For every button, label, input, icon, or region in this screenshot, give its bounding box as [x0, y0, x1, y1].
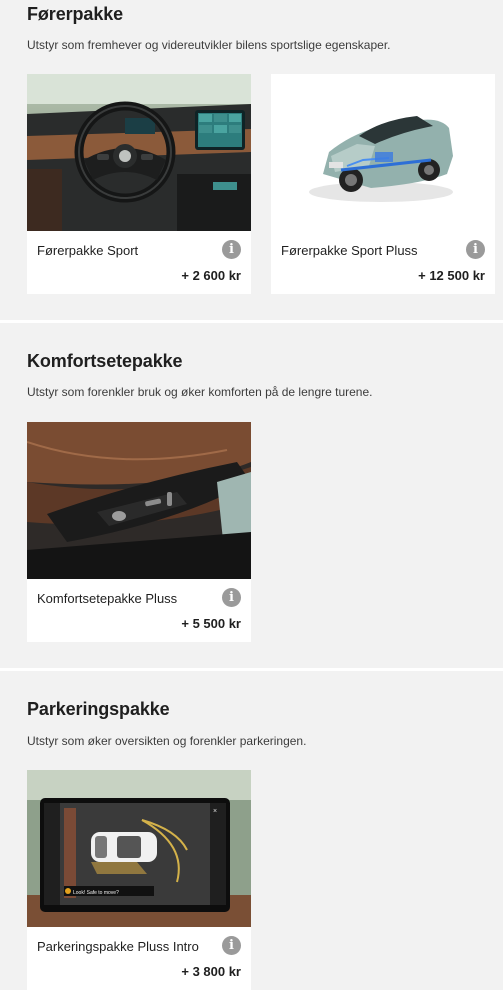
section-description: Utstyr som forenkler bruk og øker komfor…	[27, 385, 373, 399]
screen-alert-text: Look! Safe to move?	[73, 890, 119, 896]
svg-text:×: ×	[213, 808, 217, 815]
package-section-forerpakke: Førerpakke Utstyr som fremhever og vider…	[0, 0, 503, 320]
seat-controls-image	[27, 422, 251, 579]
package-price: + 12 500 kr	[418, 268, 485, 283]
package-price: + 2 600 kr	[181, 268, 241, 283]
car-chassis-xray-image	[271, 74, 495, 231]
package-name: Komfortsetepakke Pluss	[37, 591, 178, 606]
package-card-forerpakke-sport[interactable]: Førerpakke Sport i + 2 600 kr	[27, 74, 251, 294]
section-title: Førerpakke	[27, 4, 124, 24]
info-icon[interactable]: i	[222, 588, 241, 607]
section-description: Utstyr som fremhever og videreutvikler b…	[27, 38, 391, 52]
package-section-parkeringspakke: Parkeringspakke Utstyr som øker oversikt…	[0, 671, 503, 990]
package-card-komfortsetepakke-pluss[interactable]: Komfortsetepakke Pluss i + 5 500 kr	[27, 422, 251, 642]
package-price: + 3 800 kr	[181, 964, 241, 979]
package-card-forerpakke-sport-pluss[interactable]: Førerpakke Sport Pluss i + 12 500 kr	[271, 74, 495, 294]
info-icon[interactable]: i	[222, 240, 241, 259]
info-icon[interactable]: i	[222, 936, 241, 955]
parking-camera-screen-image: Look! Safe to move? ×	[27, 770, 251, 927]
package-name: Parkeringspakke Pluss Intro	[37, 939, 199, 954]
package-name: Førerpakke Sport	[37, 243, 139, 258]
interior-steering-wheel-image	[27, 74, 251, 231]
package-section-komfortsetepakke: Komfortsetepakke Utstyr som forenkler br…	[0, 323, 503, 668]
package-card-parkeringspakke-pluss-intro[interactable]: Look! Safe to move? × Parkeringspakke Pl…	[27, 770, 251, 990]
info-icon[interactable]: i	[466, 240, 485, 259]
package-name: Førerpakke Sport Pluss	[281, 243, 418, 258]
section-title: Komfortsetepakke	[27, 351, 183, 371]
package-price: + 5 500 kr	[181, 616, 241, 631]
section-title: Parkeringspakke	[27, 699, 170, 719]
section-description: Utstyr som øker oversikten og forenkler …	[27, 734, 307, 748]
